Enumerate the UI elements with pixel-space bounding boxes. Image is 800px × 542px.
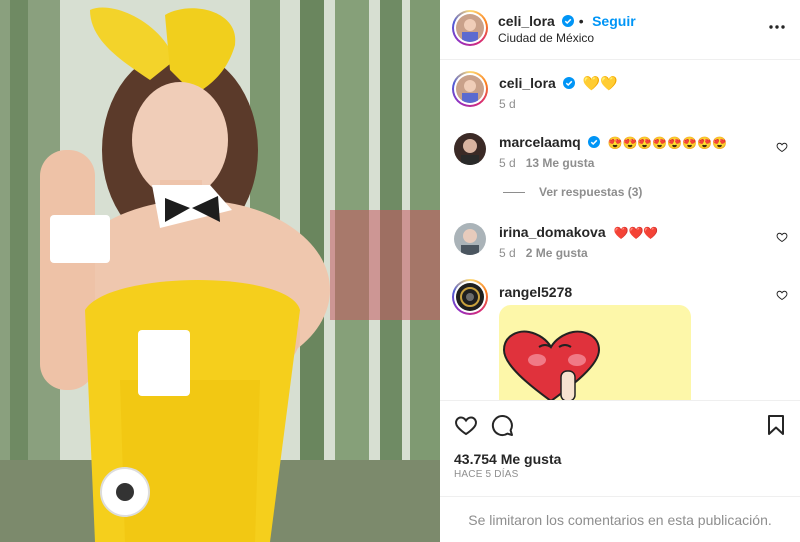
comments-limited-notice: Se limitaron los comentarios en esta pub… — [440, 496, 800, 542]
post-photo-illustration — [0, 0, 440, 542]
comment-likes[interactable]: 13 Me gusta — [526, 156, 595, 170]
comment-like-icon[interactable] — [776, 141, 788, 153]
view-replies-button[interactable]: Ver respuestas (3) — [503, 185, 642, 199]
comment-like-icon[interactable] — [776, 231, 788, 243]
comment-username[interactable]: irina_domakova — [499, 224, 606, 240]
comment-avatar[interactable] — [454, 223, 486, 255]
post-actions: 43.754 Me gusta HACE 5 DÍAS — [440, 400, 800, 496]
comment-sticker-image[interactable] — [499, 305, 691, 400]
heart-sticker-icon — [502, 330, 601, 400]
author-username[interactable]: celi_lora — [498, 13, 555, 29]
bookmark-icon[interactable] — [764, 413, 788, 437]
replies-line — [503, 192, 525, 194]
more-options-icon[interactable] — [768, 18, 786, 36]
comment-row: irina_domakova ❤️❤️❤️ 5 d 2 Me gusta — [440, 221, 800, 281]
comment-text: ❤️❤️❤️ — [613, 226, 659, 240]
caption-row: celi_lora 💛💛 5 d — [440, 61, 800, 121]
verified-badge-icon — [562, 15, 575, 27]
caption-age: 5 d — [499, 97, 516, 111]
author-avatar[interactable] — [452, 10, 488, 46]
comment-meta: 5 d 13 Me gusta — [499, 156, 594, 170]
comments-list[interactable]: celi_lora 💛💛 5 d marcelaamq 😍😍😍😍😍😍😍😍 5 d… — [440, 61, 800, 400]
comment-row: marcelaamq 😍😍😍😍😍😍😍😍 5 d 13 Me gusta — [440, 131, 800, 231]
post-side-panel: celi_lora • Seguir Ciudad de México celi… — [440, 0, 800, 542]
caption-text: 💛💛 — [582, 75, 618, 91]
post-location[interactable]: Ciudad de México — [498, 31, 594, 45]
caption-avatar[interactable] — [452, 71, 488, 107]
verified-badge-icon — [562, 77, 575, 89]
view-replies-label[interactable]: Ver respuestas (3) — [539, 185, 642, 199]
comment-avatar[interactable] — [454, 133, 486, 165]
comment-age: 5 d — [499, 246, 516, 260]
caption-username[interactable]: celi_lora — [499, 75, 556, 91]
verified-badge-icon — [587, 136, 600, 148]
like-heart-outline-icon[interactable] — [454, 413, 478, 437]
comment-likes[interactable]: 2 Me gusta — [526, 246, 588, 260]
post-date[interactable]: HACE 5 DÍAS — [454, 469, 518, 480]
comment-username[interactable]: rangel5278 — [499, 284, 572, 300]
post-header: celi_lora • Seguir Ciudad de México — [440, 0, 800, 60]
comment-like-icon[interactable] — [776, 289, 788, 301]
comment-username[interactable]: marcelaamq — [499, 134, 581, 150]
comment-bubble-icon[interactable] — [490, 413, 514, 437]
comment-text: 😍😍😍😍😍😍😍😍 — [607, 136, 728, 150]
follow-button[interactable]: Seguir — [592, 13, 636, 29]
comment-age: 5 d — [499, 156, 516, 170]
comment-avatar[interactable] — [452, 279, 488, 315]
dot-separator: • — [578, 13, 584, 29]
likes-count[interactable]: 43.754 Me gusta — [454, 451, 561, 467]
post-image[interactable] — [0, 0, 440, 542]
comment-meta: 5 d 2 Me gusta — [499, 246, 588, 260]
